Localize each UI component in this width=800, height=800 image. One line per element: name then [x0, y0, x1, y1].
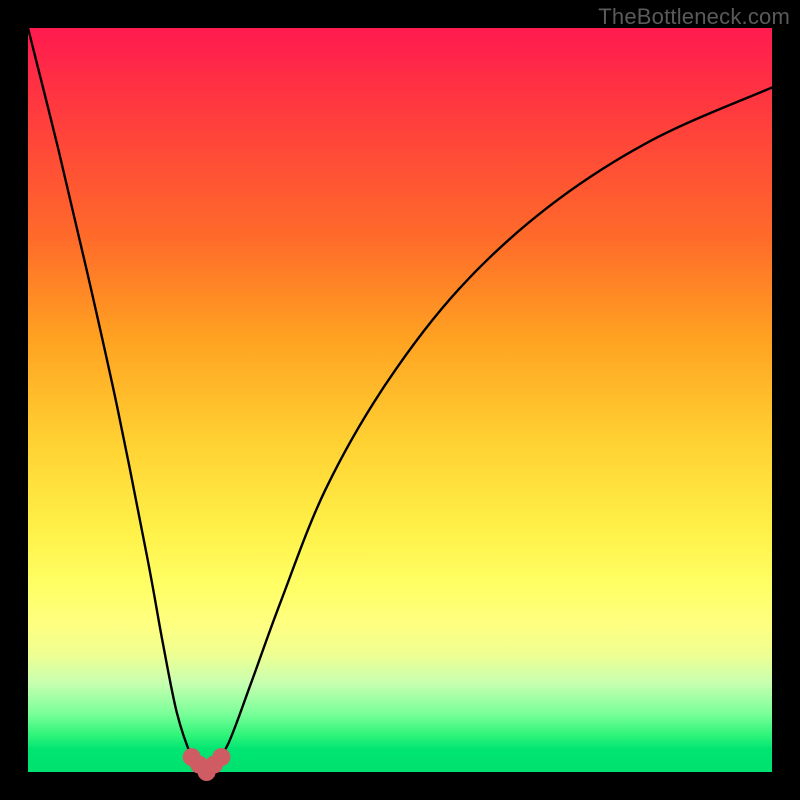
marker-group — [183, 748, 231, 781]
min-marker — [212, 748, 230, 766]
chart-frame: TheBottleneck.com — [0, 0, 800, 800]
watermark-text: TheBottleneck.com — [598, 4, 790, 30]
plot-area — [28, 28, 772, 772]
curve-svg — [28, 28, 772, 772]
bottleneck-curve-path — [28, 28, 772, 772]
